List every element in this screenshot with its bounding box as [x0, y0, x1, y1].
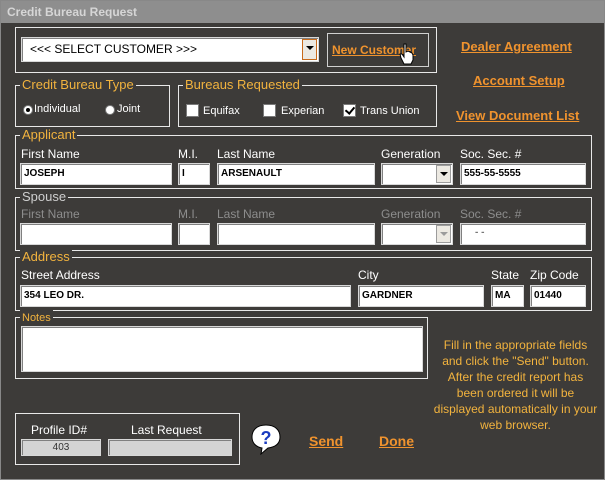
applicant-last-name-label: Last Name [217, 147, 276, 161]
equifax-checkbox[interactable] [186, 104, 199, 117]
spouse-first-name-input[interactable] [20, 223, 172, 245]
trans-union-label: Trans Union [360, 105, 420, 117]
address-legend: Address [20, 249, 72, 265]
trans-union-checkbox[interactable] [343, 104, 356, 117]
spouse-mi-label: M.I. [178, 207, 198, 221]
spouse-last-name-label: Last Name [217, 207, 276, 221]
help-text: Fill in the appropriate fields and click… [433, 338, 598, 432]
done-button[interactable]: Done [379, 433, 414, 449]
address-city-input[interactable]: GARDNER [358, 285, 484, 307]
applicant-legend: Applicant [20, 127, 78, 143]
applicant-mi-input[interactable]: I [178, 163, 210, 185]
credit-bureau-type-legend: Credit Bureau Type [20, 77, 136, 93]
credit-bureau-window: Credit Bureau Request <<< SELECT CUSTOME… [0, 0, 605, 480]
spouse-ssn-input[interactable]: - - [460, 223, 586, 245]
individual-label: Individual [34, 103, 81, 115]
spouse-generation-label: Generation [381, 207, 441, 221]
view-document-list-link[interactable]: View Document List [456, 108, 579, 123]
applicant-ssn-label: Soc. Sec. # [460, 147, 522, 161]
window-titlebar: Credit Bureau Request [1, 1, 604, 23]
svg-text:?: ? [261, 428, 272, 448]
last-request-label: Last Request [131, 423, 202, 437]
equifax-label: Equifax [203, 105, 240, 117]
experian-label: Experian [281, 105, 325, 117]
chevron-down-icon[interactable] [436, 165, 451, 183]
spouse-generation-select[interactable] [381, 223, 453, 245]
address-zip-input[interactable]: 01440 [530, 285, 586, 307]
applicant-generation-select[interactable] [381, 163, 453, 185]
spouse-mi-input[interactable] [178, 223, 210, 245]
joint-label: Joint [117, 103, 141, 115]
help-question-icon[interactable]: ? [249, 423, 283, 455]
applicant-ssn-input[interactable]: 555-55-5555 [460, 163, 586, 185]
last-request-value [108, 439, 232, 456]
customer-select-value: <<< SELECT CUSTOMER >>> [30, 42, 197, 56]
applicant-mi-label: M.I. [178, 147, 198, 161]
send-button[interactable]: Send [309, 433, 343, 449]
chevron-down-icon[interactable] [302, 39, 317, 60]
notes-legend: Notes [20, 310, 53, 326]
customer-select[interactable]: <<< SELECT CUSTOMER >>> [21, 37, 319, 62]
applicant-first-name-input[interactable]: JOSEPH [20, 163, 172, 185]
address-street-label: Street Address [21, 268, 100, 282]
address-state-label: State [491, 268, 520, 282]
joint-radio[interactable] [105, 105, 115, 115]
bureaus-requested-legend: Bureaus Requested [183, 77, 302, 93]
address-city-label: City [358, 268, 379, 282]
individual-radio[interactable] [23, 105, 33, 115]
address-zip-label: Zip Code [530, 268, 579, 282]
spouse-ssn-label: Soc. Sec. # [460, 207, 522, 221]
spouse-legend: Spouse [20, 189, 69, 205]
applicant-last-name-input[interactable]: ARSENAULT [217, 163, 375, 185]
profile-id-label: Profile ID# [31, 423, 88, 437]
experian-checkbox[interactable] [263, 104, 276, 117]
address-state-input[interactable]: MA [491, 285, 524, 307]
address-street-input[interactable]: 354 LEO DR. [20, 285, 351, 307]
applicant-first-name-label: First Name [21, 147, 80, 161]
chevron-down-icon[interactable] [436, 225, 451, 243]
profile-id-value: 403 [21, 439, 101, 456]
notes-textarea[interactable] [21, 326, 423, 372]
spouse-first-name-label: First Name [21, 207, 80, 221]
applicant-generation-label: Generation [381, 147, 441, 161]
spouse-last-name-input[interactable] [217, 223, 375, 245]
dealer-agreement-link[interactable]: Dealer Agreement [461, 39, 572, 54]
hand-cursor-icon [399, 43, 414, 65]
account-setup-link[interactable]: Account Setup [473, 73, 565, 88]
